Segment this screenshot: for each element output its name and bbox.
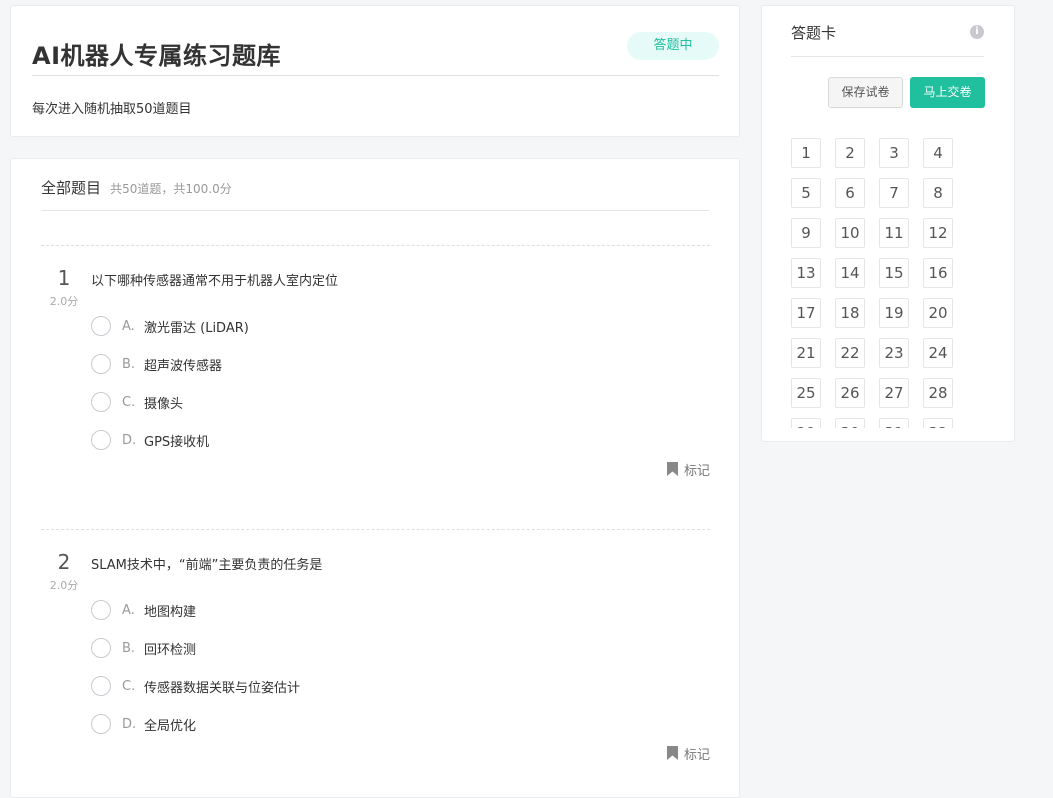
- mark-button[interactable]: 标记: [666, 743, 710, 763]
- question-nav-cell[interactable]: 13: [791, 258, 821, 288]
- question-nav-cell[interactable]: 27: [879, 378, 909, 408]
- option-text: 超声波传感器: [144, 358, 223, 374]
- question-nav-cell[interactable]: 17: [791, 298, 821, 328]
- question-nav-cell[interactable]: 20: [923, 298, 953, 328]
- section-meta: 共50道题，共100.0分: [110, 182, 232, 196]
- question-item: 1 2.0分 以下哪种传感器通常不用于机器人室内定位 A. 激光雷达 (LiDA…: [41, 245, 710, 525]
- option-letter: C.: [122, 394, 136, 410]
- question-nav-cell[interactable]: 18: [835, 298, 865, 328]
- question-nav-cell[interactable]: 2: [835, 138, 865, 168]
- question-nav-cell[interactable]: 30: [835, 418, 865, 428]
- question-nav-cell[interactable]: 5: [791, 178, 821, 208]
- header-divider: [32, 75, 719, 76]
- question-nav-cell[interactable]: 4: [923, 138, 953, 168]
- option-b[interactable]: B. 超声波传感器: [91, 352, 222, 376]
- question-nav-cell[interactable]: 15: [879, 258, 909, 288]
- question-nav-cell[interactable]: 14: [835, 258, 865, 288]
- question-nav-cell[interactable]: 1: [791, 138, 821, 168]
- question-nav-cell[interactable]: 16: [923, 258, 953, 288]
- question-nav-cell[interactable]: 24: [923, 338, 953, 368]
- status-badge: 答题中: [627, 32, 719, 60]
- option-text: 激光雷达 (LiDAR): [144, 320, 249, 336]
- question-number: 2: [57, 550, 71, 574]
- radio-circle-icon[interactable]: [91, 354, 111, 374]
- answer-card: 答题卡 i 保存试卷 马上交卷 1 2 3 4 5 6 7 8 9 10 11 12 13 14 15 16 1…: [761, 5, 1015, 442]
- page-subtitle: 每次进入随机抽取50道题目: [32, 102, 192, 117]
- radio-circle-icon[interactable]: [91, 638, 111, 658]
- question-nav-cell[interactable]: 25: [791, 378, 821, 408]
- option-text: 回环检测: [144, 642, 197, 658]
- info-icon[interactable]: i: [970, 25, 984, 39]
- save-paper-button[interactable]: 保存试卷: [828, 77, 903, 108]
- question-nav-cell[interactable]: 22: [835, 338, 865, 368]
- option-text: 地图构建: [144, 604, 197, 620]
- question-score: 2.0分: [49, 579, 79, 592]
- option-letter: A.: [122, 602, 135, 618]
- radio-circle-icon[interactable]: [91, 714, 111, 734]
- radio-circle-icon[interactable]: [91, 316, 111, 336]
- radio-circle-icon[interactable]: [91, 392, 111, 412]
- bookmark-icon: [666, 462, 678, 476]
- submit-paper-button[interactable]: 马上交卷: [910, 77, 985, 108]
- page-title: AI机器人专属练习题库: [32, 42, 282, 70]
- answer-card-divider: [791, 56, 984, 57]
- question-nav-cell[interactable]: 11: [879, 218, 909, 248]
- option-a[interactable]: A. 地图构建: [91, 598, 196, 622]
- question-nav-cell[interactable]: 10: [835, 218, 865, 248]
- section-title: 全部题目: [41, 179, 102, 197]
- option-c[interactable]: C. 传感器数据关联与位姿估计: [91, 674, 300, 698]
- question-item: 2 2.0分 SLAM技术中，“前端”主要负责的任务是 A. 地图构建 B. 回…: [41, 529, 710, 797]
- mark-button[interactable]: 标记: [666, 459, 710, 479]
- option-letter: B.: [122, 356, 136, 372]
- answer-card-title: 答题卡: [791, 24, 837, 42]
- question-text: SLAM技术中，“前端”主要负责的任务是: [91, 558, 323, 573]
- header-card: AI机器人专属练习题库 答题中 每次进入随机抽取50道题目: [10, 5, 740, 137]
- option-text: 全局优化: [144, 718, 197, 734]
- radio-circle-icon[interactable]: [91, 676, 111, 696]
- option-d[interactable]: D. GPS接收机: [91, 428, 209, 452]
- question-score: 2.0分: [49, 295, 79, 308]
- question-nav-cell[interactable]: 26: [835, 378, 865, 408]
- option-a[interactable]: A. 激光雷达 (LiDAR): [91, 314, 249, 338]
- question-nav-cell[interactable]: 29: [791, 418, 821, 428]
- question-nav-cell[interactable]: 8: [923, 178, 953, 208]
- option-c[interactable]: C. 摄像头: [91, 390, 183, 414]
- option-text: GPS接收机: [144, 434, 210, 450]
- option-d[interactable]: D. 全局优化: [91, 712, 196, 736]
- option-text: 摄像头: [144, 396, 184, 412]
- question-nav-cell[interactable]: 31: [879, 418, 909, 428]
- question-nav-cell[interactable]: 23: [879, 338, 909, 368]
- question-nav-cell[interactable]: 12: [923, 218, 953, 248]
- option-text: 传感器数据关联与位姿估计: [144, 680, 301, 696]
- radio-circle-icon[interactable]: [91, 600, 111, 620]
- questions-card: 全部题目 共50道题，共100.0分 1 2.0分 以下哪种传感器通常不用于机器…: [10, 158, 740, 798]
- option-letter: C.: [122, 678, 136, 694]
- question-number-grid: 1 2 3 4 5 6 7 8 9 10 11 12 13 14 15 16 17 18 19 20 21 22 23 24 2…: [791, 138, 991, 428]
- section-divider: [41, 210, 709, 211]
- question-nav-cell[interactable]: 3: [879, 138, 909, 168]
- section-header: 全部题目 共50道题，共100.0分: [41, 177, 232, 198]
- option-letter: D.: [122, 716, 137, 732]
- radio-circle-icon[interactable]: [91, 430, 111, 450]
- question-nav-cell[interactable]: 28: [923, 378, 953, 408]
- question-number: 1: [57, 266, 71, 290]
- question-nav-cell[interactable]: 9: [791, 218, 821, 248]
- question-text: 以下哪种传感器通常不用于机器人室内定位: [91, 274, 339, 289]
- option-letter: D.: [122, 432, 137, 448]
- option-letter: A.: [122, 318, 135, 334]
- option-letter: B.: [122, 640, 136, 656]
- question-nav-cell[interactable]: 7: [879, 178, 909, 208]
- option-b[interactable]: B. 回环检测: [91, 636, 196, 660]
- question-nav-cell[interactable]: 32: [923, 418, 953, 428]
- mark-label: 标记: [683, 747, 710, 763]
- bookmark-icon: [666, 746, 678, 760]
- mark-label: 标记: [683, 463, 710, 479]
- question-nav-cell[interactable]: 21: [791, 338, 821, 368]
- question-nav-cell[interactable]: 19: [879, 298, 909, 328]
- question-nav-cell[interactable]: 6: [835, 178, 865, 208]
